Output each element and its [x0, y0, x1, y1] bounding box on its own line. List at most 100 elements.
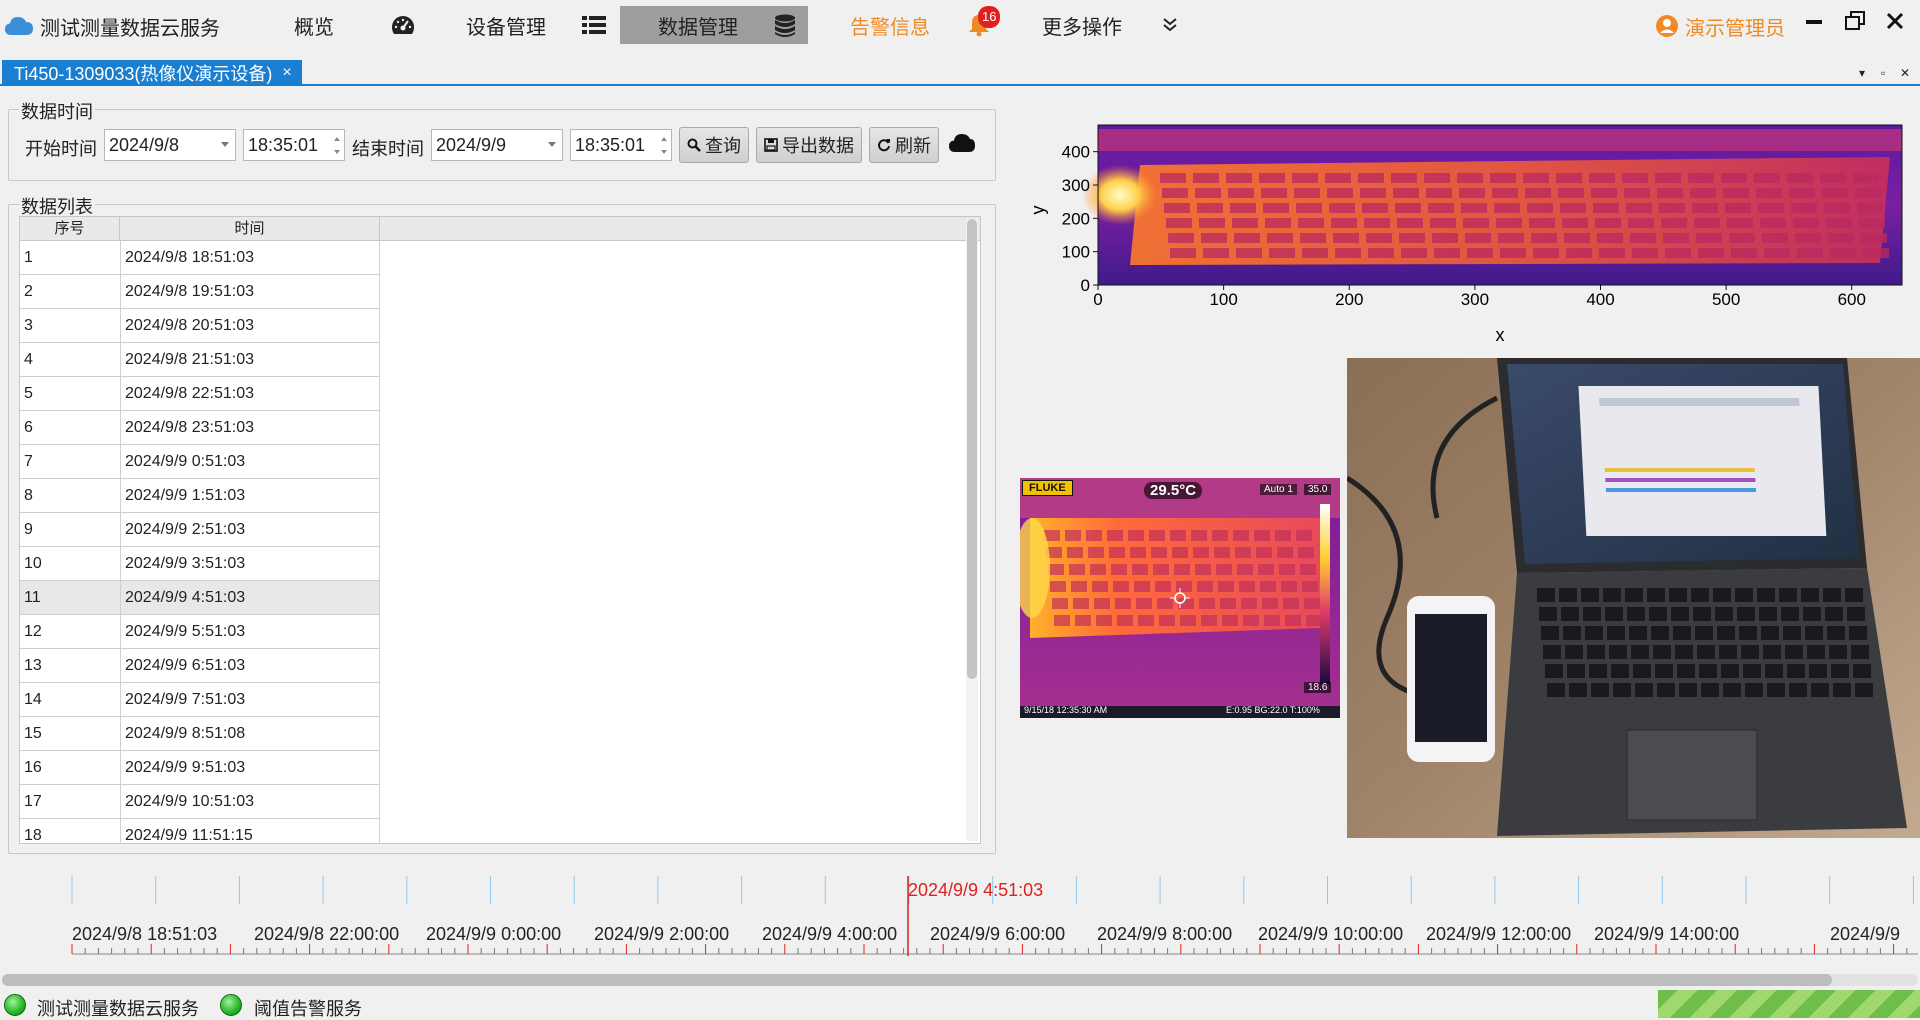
- cell-time: 2024/9/8 22:51:03: [120, 377, 380, 411]
- search-icon: [687, 138, 701, 152]
- nav-devices[interactable]: 设备管理: [466, 6, 546, 44]
- time-range-title: 数据时间: [19, 98, 95, 124]
- busy-progress-bar: [1658, 990, 1920, 1018]
- cell-time: 2024/9/8 23:51:03: [120, 411, 380, 445]
- cell-time: 2024/9/9 10:51:03: [120, 785, 380, 819]
- tab-menu-icon[interactable]: ▾: [1853, 64, 1871, 82]
- alert-count-badge: 16: [978, 6, 1001, 28]
- service1-label: 测试测量数据云服务: [37, 999, 199, 1019]
- restore-icon[interactable]: [1842, 8, 1868, 34]
- list-icon[interactable]: [580, 10, 608, 40]
- table-row[interactable]: 9 2024/9/9 2:51:03: [20, 513, 380, 547]
- cell-time: 2024/9/9 5:51:03: [120, 615, 380, 649]
- x-tick-label: 600: [1838, 290, 1866, 309]
- table-row[interactable]: 6 2024/9/8 23:51:03: [20, 411, 380, 445]
- bell-icon[interactable]: 16: [964, 6, 1001, 40]
- table-row[interactable]: 5 2024/9/8 22:51:03: [20, 377, 380, 411]
- table-row[interactable]: 12 2024/9/9 5:51:03: [20, 615, 380, 649]
- table-row[interactable]: 13 2024/9/9 6:51:03: [20, 649, 380, 683]
- y-tick-label: 300: [1062, 176, 1090, 195]
- start-time-label: 开始时间: [25, 139, 97, 159]
- service2-status-icon: [220, 994, 242, 1016]
- timeline-tick-label: 2024/9/9 12:00:00: [1426, 924, 1572, 944]
- table-body: 1 2024/9/8 18:51:03 2 2024/9/8 19:51:03 3 202…: [20, 241, 380, 843]
- cloud-sync-icon[interactable]: [948, 132, 976, 156]
- tab-close-icon[interactable]: ×: [282, 64, 291, 82]
- spinner-arrows-icon[interactable]: [659, 132, 669, 158]
- cell-index: 16: [24, 759, 42, 776]
- end-time-value: 18:35:01: [575, 134, 646, 155]
- timeline-tick-label: 2024/9/9 2:00:00: [594, 924, 730, 944]
- table-row[interactable]: 8 2024/9/9 1:51:03: [20, 479, 380, 513]
- column-header-index[interactable]: 序号: [20, 217, 120, 241]
- timeline[interactable]: 2024/9/9 4:51:03 2024/9/8 18:51:03 2024/9…: [0, 870, 1920, 970]
- table-scrollbar-thumb[interactable]: [967, 219, 977, 679]
- table-row[interactable]: 15 2024/9/9 8:51:08: [20, 717, 380, 751]
- thermal-mode: Auto 1: [1260, 484, 1297, 495]
- top-navigation: 测试测量数据云服务 概览 设备管理 数据管理 告警信息 16 更多操作 演示管理…: [0, 0, 1920, 52]
- timeline-scrollbar-thumb[interactable]: [2, 974, 1832, 986]
- minimize-icon[interactable]: [1801, 8, 1827, 34]
- table-row[interactable]: 4 2024/9/8 21:51:03: [20, 343, 380, 377]
- end-date-picker[interactable]: 2024/9/9: [431, 129, 563, 161]
- cell-time: 2024/9/9 1:51:03: [120, 479, 380, 513]
- start-time-spinner[interactable]: 18:35:01: [243, 129, 345, 161]
- thermal-camera-image[interactable]: FLUKE 29.5°C Auto 1 35.0 18.6 9/15/18 12…: [1020, 478, 1340, 718]
- table-row[interactable]: 1 2024/9/8 18:51:03: [20, 241, 380, 275]
- table-header: 序号 时间: [20, 217, 980, 241]
- x-tick-label: 500: [1712, 290, 1740, 309]
- table-row[interactable]: 14 2024/9/9 7:51:03: [20, 683, 380, 717]
- cell-index: 7: [24, 453, 33, 470]
- nav-data-label: 数据管理: [658, 16, 738, 39]
- plot-image: [1082, 125, 1902, 285]
- table-row[interactable]: 3 2024/9/8 20:51:03: [20, 309, 380, 343]
- tab-device[interactable]: Ti450-1309033(热像仪演示设备) ×: [2, 60, 302, 86]
- column-header-time[interactable]: 时间: [120, 217, 380, 241]
- table-row[interactable]: 17 2024/9/9 10:51:03: [20, 785, 380, 819]
- nav-data[interactable]: 数据管理: [620, 6, 808, 44]
- thermal-temp: 29.5°C: [1144, 482, 1203, 499]
- nav-more-label: 更多操作: [1042, 16, 1122, 39]
- thermal-timestamp: 9/15/18 12:35:30 AM: [1024, 705, 1108, 715]
- double-chevron-down-icon[interactable]: [1160, 10, 1180, 40]
- end-date-value: 2024/9/9: [436, 134, 507, 155]
- table-scrollbar[interactable]: [966, 219, 978, 841]
- document-tabbar: Ti450-1309033(热像仪演示设备) × ▾ ▫ ✕: [0, 60, 1920, 86]
- thermal-max: 35.0: [1304, 484, 1332, 495]
- refresh-button[interactable]: 刷新: [869, 127, 939, 163]
- table-row[interactable]: 10 2024/9/9 3:51:03: [20, 547, 380, 581]
- cell-index: 13: [24, 657, 42, 674]
- nav-more[interactable]: 更多操作: [1042, 6, 1122, 44]
- end-time-spinner[interactable]: 18:35:01: [570, 129, 672, 161]
- device-photo[interactable]: [1347, 358, 1920, 838]
- spinner-arrows-icon[interactable]: [332, 132, 342, 158]
- tab-close-all-icon[interactable]: ✕: [1896, 64, 1914, 82]
- table-row[interactable]: 18 2024/9/9 11:51:15: [20, 819, 380, 843]
- start-date-value: 2024/9/8: [109, 134, 180, 155]
- nav-alerts[interactable]: 告警信息: [850, 6, 930, 44]
- database-icon: [775, 14, 795, 37]
- timeline-scrollbar[interactable]: [2, 974, 1918, 986]
- app-window: 测试测量数据云服务 概览 设备管理 数据管理 告警信息 16 更多操作 演示管理…: [0, 0, 1920, 1020]
- nav-devices-label: 设备管理: [466, 16, 546, 39]
- close-icon[interactable]: [1882, 8, 1908, 34]
- cell-index: 4: [24, 351, 33, 368]
- start-time-value: 18:35:01: [248, 134, 319, 155]
- query-button[interactable]: 查询: [679, 127, 749, 163]
- query-label: 查询: [705, 136, 741, 156]
- cell-index: 1: [24, 249, 33, 266]
- table-row[interactable]: 2 2024/9/8 19:51:03: [20, 275, 380, 309]
- timeline-tick-label: 2024/9/9 6:00:00: [930, 924, 1066, 944]
- user-menu[interactable]: 演示管理员: [1655, 10, 1785, 42]
- table-row[interactable]: 16 2024/9/9 9:51:03: [20, 751, 380, 785]
- table-row[interactable]: 7 2024/9/9 0:51:03: [20, 445, 380, 479]
- timeline-tick-label: 2024/9/9: [1830, 924, 1901, 944]
- x-tick-label: 400: [1586, 290, 1614, 309]
- tab-restore-icon[interactable]: ▫: [1874, 64, 1892, 82]
- table-row[interactable]: 11 2024/9/9 4:51:03: [20, 581, 380, 615]
- data-table: 序号 时间 1 2024/9/8 18:51:03 2 2024/9/8 19:51:…: [19, 216, 981, 844]
- dashboard-icon[interactable]: [388, 10, 418, 40]
- start-date-picker[interactable]: 2024/9/8: [104, 129, 236, 161]
- export-button[interactable]: 导出数据: [756, 127, 862, 163]
- nav-overview[interactable]: 概览: [294, 6, 334, 44]
